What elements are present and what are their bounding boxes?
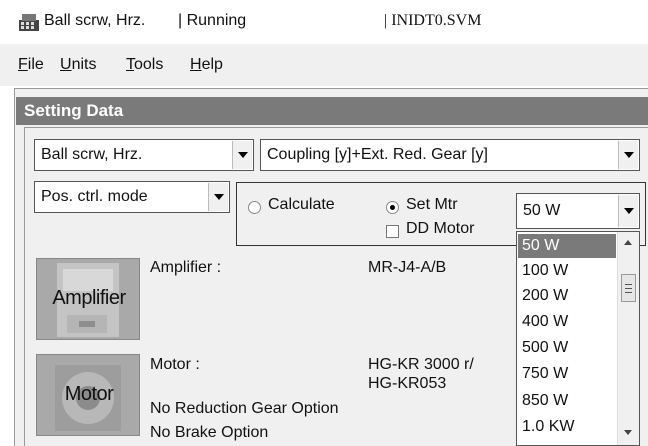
control-mode-select[interactable]: Pos. ctrl. mode bbox=[34, 181, 230, 213]
title-bar: Ball scrw, Hrz. | Running | INIDT0.SVM bbox=[0, 0, 648, 44]
capacity-select[interactable]: 50 W bbox=[516, 193, 640, 229]
capacity-option[interactable]: 400 W bbox=[518, 310, 616, 334]
capacity-option-label: 750 W bbox=[522, 365, 569, 382]
capacity-dropdown-list: 50 W 100 W 200 W 400 W 500 W 750 W 850 W… bbox=[516, 231, 640, 446]
mechanism-select-value: Ball scrw, Hrz. bbox=[41, 146, 143, 163]
motor-brake: No Brake Option bbox=[150, 424, 269, 441]
calculate-radio[interactable] bbox=[248, 201, 261, 214]
window-title-status: | Running bbox=[178, 12, 247, 29]
capacity-option[interactable]: 850 W bbox=[518, 389, 616, 413]
section-title: Setting Data bbox=[24, 101, 124, 120]
control-mode-select-dropdown-button[interactable] bbox=[208, 183, 228, 211]
set-motor-radio[interactable] bbox=[386, 201, 399, 214]
coupling-select[interactable]: Coupling [y]+Ext. Red. Gear [y] bbox=[260, 139, 640, 171]
dd-motor-label[interactable]: DD Motor bbox=[406, 220, 474, 238]
coupling-select-dropdown-button[interactable] bbox=[618, 141, 638, 169]
grip-line bbox=[625, 292, 632, 293]
capacity-option-label: 100 W bbox=[522, 262, 569, 279]
mechanism-select[interactable]: Ball scrw, Hrz. bbox=[34, 139, 254, 171]
capacity-option-label: 200 W bbox=[522, 287, 569, 304]
amplifier-caption: Amplifier : bbox=[150, 259, 222, 276]
capacity-select-value: 50 W bbox=[523, 202, 561, 219]
capacity-option[interactable]: 750 W bbox=[518, 362, 616, 386]
calculate-label[interactable]: Calculate bbox=[268, 196, 335, 214]
capacity-select-dropdown-button[interactable] bbox=[618, 195, 638, 227]
chevron-down-icon bbox=[238, 152, 248, 158]
amplifier-button-label: Amplifier bbox=[52, 287, 126, 309]
amplifier-model: MR-J4-A/B bbox=[368, 259, 447, 276]
menu-help-rest: elp bbox=[201, 56, 223, 73]
capacity-option[interactable]: 50 W bbox=[518, 234, 616, 258]
app-icon bbox=[19, 14, 39, 31]
capacity-option[interactable]: 200 W bbox=[518, 284, 616, 308]
chevron-down-icon bbox=[214, 194, 224, 200]
menu-units-accel: U bbox=[60, 56, 72, 73]
menu-units-rest: nits bbox=[71, 56, 97, 73]
capacity-option-label: 1.0 KW bbox=[522, 418, 575, 435]
capacity-option-label: 500 W bbox=[522, 339, 569, 356]
dd-motor-checkbox[interactable] bbox=[386, 225, 399, 238]
menu-tools-rest: ools bbox=[134, 56, 164, 73]
window-title-file: | INIDT0.SVM bbox=[384, 12, 482, 29]
scroll-up-arrow-icon[interactable] bbox=[624, 240, 632, 245]
motor-caption: Motor : bbox=[150, 356, 200, 373]
section-header: Setting Data bbox=[16, 97, 648, 125]
window-title-app: Ball scrw, Hrz. bbox=[44, 12, 146, 29]
menu-help[interactable]: Help bbox=[190, 56, 223, 74]
mechanism-select-dropdown-button[interactable] bbox=[232, 141, 252, 169]
menu-file-rest: ile bbox=[27, 56, 44, 73]
menu-tools[interactable]: Tools bbox=[126, 56, 163, 74]
scroll-down-arrow-icon[interactable] bbox=[624, 430, 632, 435]
coupling-select-value: Coupling [y]+Ext. Red. Gear [y] bbox=[267, 146, 488, 163]
control-mode-select-value: Pos. ctrl. mode bbox=[41, 188, 148, 205]
scrollbar-thumb[interactable] bbox=[621, 274, 636, 302]
menu-tools-accel: T bbox=[126, 56, 134, 73]
motor-model-line2: HG-KR053 bbox=[368, 375, 447, 392]
amplifier-button[interactable]: Amplifier bbox=[36, 258, 140, 340]
chevron-down-icon bbox=[624, 152, 634, 158]
capacity-option[interactable]: 100 W bbox=[518, 259, 616, 283]
grip-line bbox=[625, 288, 632, 289]
grip-line bbox=[625, 284, 632, 285]
menu-bar: File Units Tools Help bbox=[0, 44, 648, 86]
menu-units[interactable]: Units bbox=[60, 56, 96, 74]
motor-button-label: Motor bbox=[64, 383, 114, 405]
menu-file-accel: F bbox=[18, 56, 28, 73]
capacity-option-label: 850 W bbox=[522, 392, 569, 409]
motor-button[interactable]: Motor bbox=[36, 354, 140, 436]
capacity-option[interactable]: 1.0 KW bbox=[518, 415, 616, 439]
dropdown-scrollbar[interactable] bbox=[617, 232, 639, 445]
motor-model-line1: HG-KR 3000 r/ bbox=[368, 356, 474, 373]
chevron-down-icon bbox=[624, 208, 634, 214]
menu-file[interactable]: File bbox=[18, 56, 44, 74]
capacity-option-label: 400 W bbox=[522, 313, 569, 330]
capacity-option-label: 50 W bbox=[522, 237, 560, 254]
set-motor-label[interactable]: Set Mtr bbox=[406, 196, 458, 214]
capacity-option[interactable]: 500 W bbox=[518, 336, 616, 360]
menu-help-accel: H bbox=[190, 56, 202, 73]
motor-reduction-gear: No Reduction Gear Option bbox=[150, 400, 339, 417]
